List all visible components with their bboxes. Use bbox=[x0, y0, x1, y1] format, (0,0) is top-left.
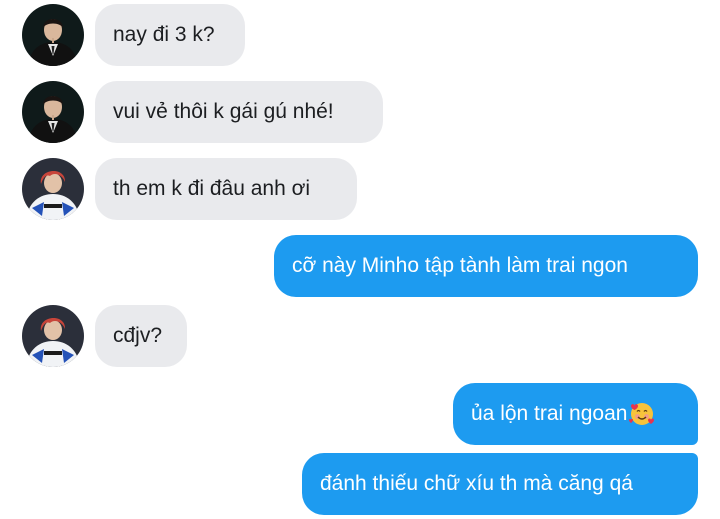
avatar-suit-man[interactable] bbox=[22, 4, 84, 66]
message-text: ủa lộn trai ngoan bbox=[471, 402, 628, 425]
message-text: cỡ này Minho tập tành làm trai ngon bbox=[292, 254, 628, 277]
message-bubble[interactable]: cỡ này Minho tập tành làm trai ngon bbox=[274, 235, 698, 297]
chat-thread: nay đi 3 k? vui vẻ thôi k gái gú nhé! th… bbox=[0, 0, 720, 519]
message-bubble[interactable]: cđjv? bbox=[95, 305, 187, 367]
message-text: đánh thiếu chữ xíu th mà căng qá bbox=[320, 472, 633, 495]
avatar-red-hair-racer-image bbox=[22, 305, 84, 367]
message-text: vui vẻ thôi k gái gú nhé! bbox=[113, 100, 334, 123]
avatar-suit-man-image bbox=[22, 81, 84, 143]
message-bubble[interactable]: đánh thiếu chữ xíu th mà căng qá bbox=[302, 453, 698, 515]
message-bubble[interactable]: nay đi 3 k? bbox=[95, 4, 245, 66]
message-text: th em k đi đâu anh ơi bbox=[113, 177, 311, 200]
avatar-red-hair-racer[interactable] bbox=[22, 158, 84, 220]
message-bubble[interactable]: ủa lộn trai ngoan bbox=[453, 383, 698, 445]
avatar-red-hair-racer[interactable] bbox=[22, 305, 84, 367]
message-text: nay đi 3 k? bbox=[113, 23, 215, 46]
avatar-suit-man[interactable] bbox=[22, 81, 84, 143]
message-text: cđjv? bbox=[113, 324, 163, 347]
message-bubble[interactable]: th em k đi đâu anh ơi bbox=[95, 158, 357, 220]
avatar-red-hair-racer-image bbox=[22, 158, 84, 220]
message-bubble[interactable]: vui vẻ thôi k gái gú nhé! bbox=[95, 81, 383, 143]
avatar-suit-man-image bbox=[22, 4, 84, 66]
smiling-face-with-hearts-emoji bbox=[629, 403, 655, 425]
